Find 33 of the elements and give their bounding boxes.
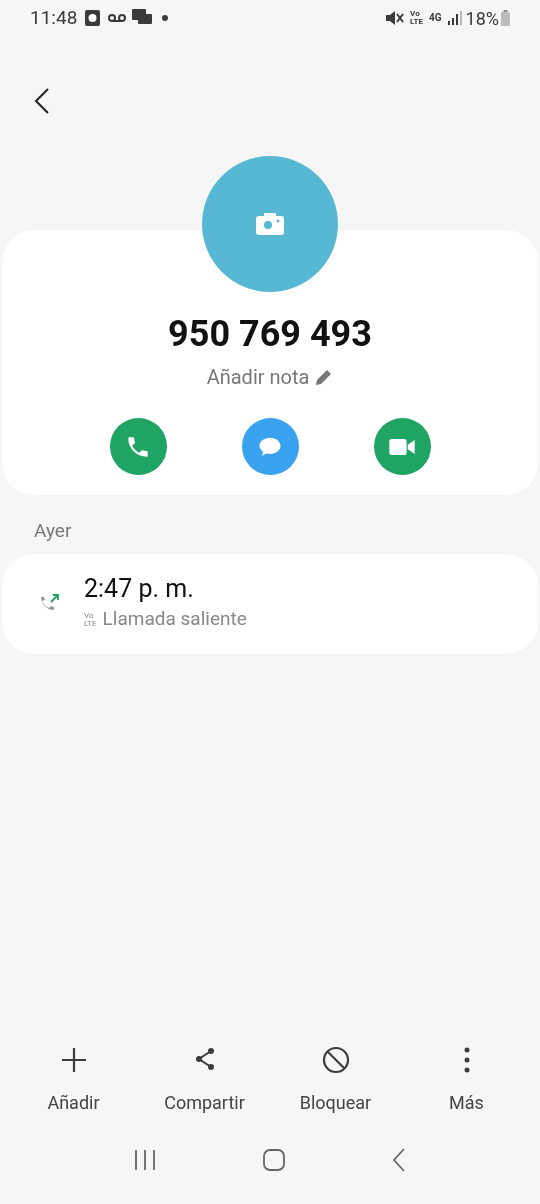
more-action-button[interactable]: Más — [406, 1046, 527, 1116]
share-action-button[interactable]: Compartir — [144, 1046, 265, 1116]
block-icon — [321, 1046, 350, 1074]
dot-icon — [162, 15, 169, 21]
more-icon — [463, 1046, 470, 1074]
battery-percent: 18% — [465, 6, 499, 31]
plus-icon — [59, 1046, 88, 1074]
chat-notification-icon — [132, 9, 153, 27]
pencil-icon — [315, 368, 334, 386]
home-icon[interactable] — [263, 1149, 285, 1171]
recent-apps-icon[interactable] — [133, 1149, 156, 1171]
battery-icon — [501, 10, 510, 26]
call-time: 2:47 p. m. — [84, 573, 195, 606]
add-note-button[interactable]: Añadir nota — [206, 362, 334, 392]
add-action-button[interactable]: Añadir — [13, 1046, 134, 1116]
message-button[interactable] — [241, 418, 299, 475]
back-icon — [34, 87, 50, 115]
back-nav-icon[interactable] — [392, 1148, 407, 1172]
volte-indicator: Vo LTE — [410, 10, 423, 26]
network-indicator: 4G — [429, 13, 442, 23]
camera-icon — [256, 213, 284, 235]
call-button[interactable] — [109, 418, 167, 475]
video-button[interactable] — [373, 418, 431, 475]
volte-label: Vo LTE — [84, 611, 97, 628]
clock: 11:48 — [30, 4, 78, 31]
mute-icon — [386, 10, 405, 26]
phone-number: 950 769 493 — [168, 312, 372, 356]
voicemail-icon — [108, 13, 127, 23]
app-notification-icon — [85, 10, 101, 26]
block-action-button[interactable]: Bloquear — [275, 1046, 396, 1116]
signal-icon — [447, 11, 462, 25]
call-type: Llamada saliente — [102, 606, 247, 633]
day-header: Ayer — [34, 518, 73, 544]
